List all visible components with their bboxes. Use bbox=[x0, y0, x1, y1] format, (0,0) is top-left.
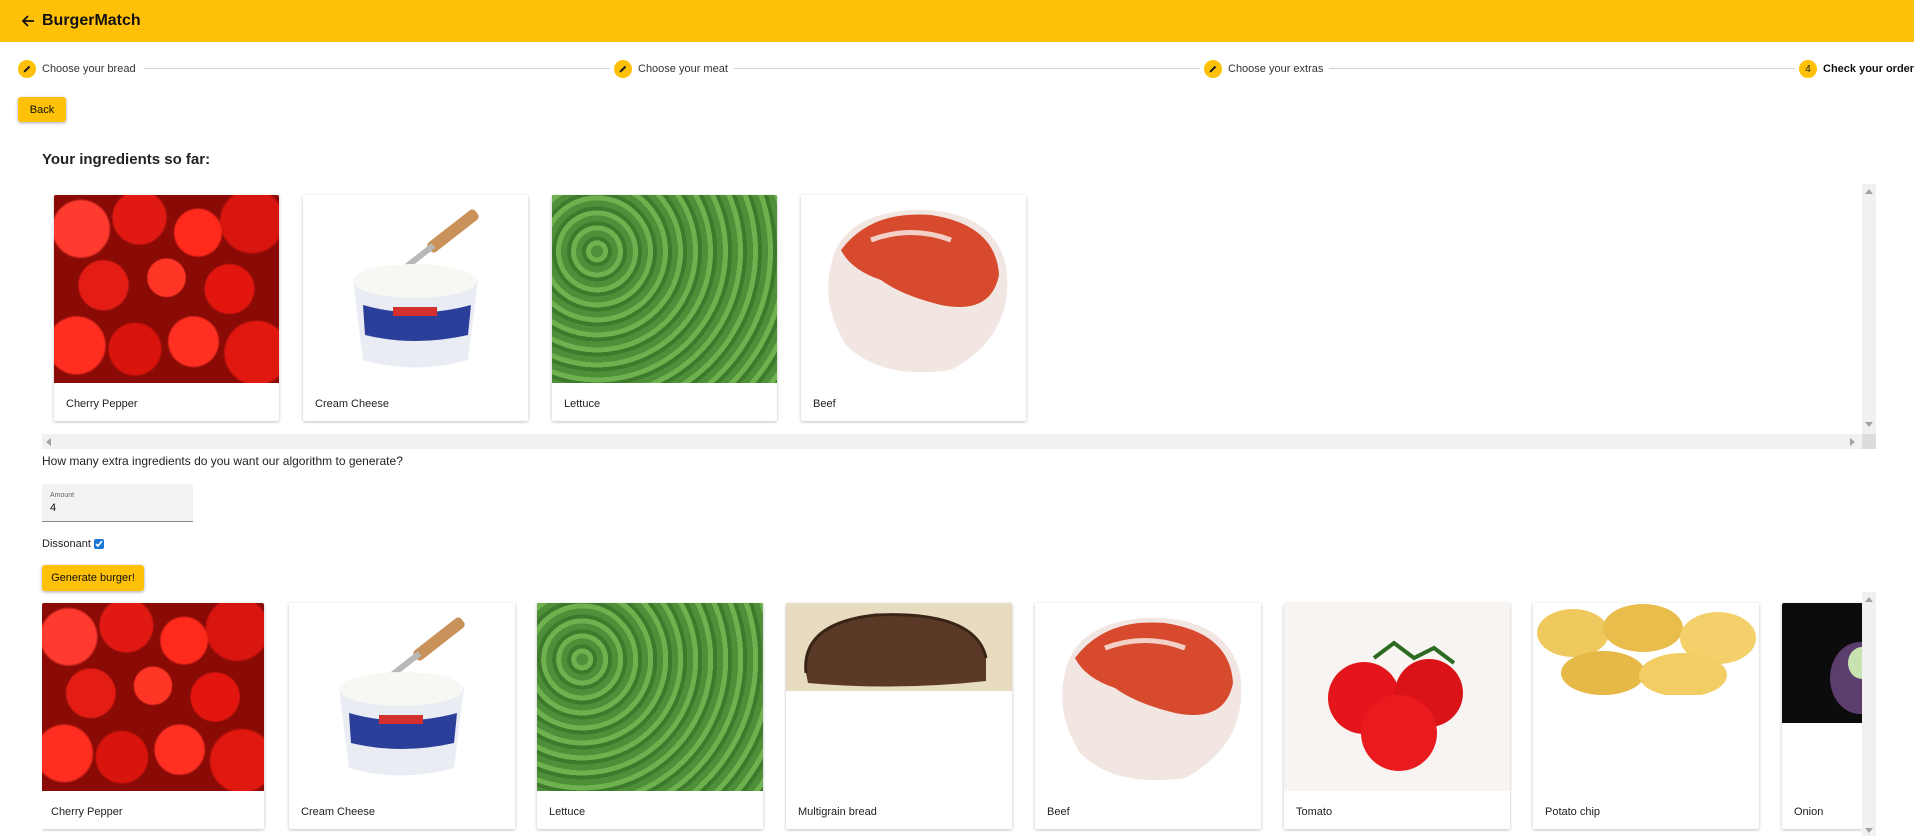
scrollbar-corner bbox=[1862, 434, 1876, 449]
scroll-right-icon[interactable] bbox=[1850, 438, 1855, 446]
app-bar: BurgerMatch bbox=[0, 0, 1914, 42]
step-connector bbox=[144, 68, 610, 69]
amount-input[interactable] bbox=[50, 502, 180, 514]
vertical-scrollbar[interactable] bbox=[1862, 592, 1876, 836]
generated-card[interactable]: Lettuce bbox=[537, 603, 763, 829]
generated-card[interactable]: Cherry Pepper bbox=[42, 603, 264, 829]
generated-card[interactable]: Onion bbox=[1782, 603, 1862, 829]
ingredient-card[interactable]: Cherry Pepper bbox=[54, 195, 279, 421]
lettuce-image bbox=[552, 195, 777, 383]
beef-image bbox=[801, 195, 1026, 383]
tomato-image bbox=[1284, 603, 1510, 791]
horizontal-scrollbar[interactable] bbox=[42, 434, 1862, 449]
multigrain-bread-image bbox=[786, 603, 1012, 691]
dissonant-option: Dissonant bbox=[42, 538, 104, 550]
step-choose-meat[interactable]: Choose your meat bbox=[612, 58, 734, 80]
ingredient-name: Lettuce bbox=[564, 398, 601, 410]
arrow-left-icon[interactable] bbox=[18, 11, 38, 31]
dissonant-label: Dissonant bbox=[42, 538, 91, 550]
ingredient-card[interactable]: Cream Cheese bbox=[303, 195, 528, 421]
back-button[interactable]: Back bbox=[18, 97, 66, 122]
generated-card[interactable]: Cream Cheese bbox=[289, 603, 515, 829]
step-label: Check your order bbox=[1823, 63, 1914, 75]
step-choose-bread[interactable]: Choose your bread bbox=[18, 58, 142, 80]
cherry-pepper-image bbox=[42, 603, 264, 791]
potato-chip-image bbox=[1533, 603, 1759, 697]
lettuce-image bbox=[537, 603, 763, 791]
step-connector bbox=[1325, 68, 1795, 69]
step-number: 4 bbox=[1799, 60, 1817, 78]
stepper: Choose your bread Choose your meat Choos… bbox=[0, 58, 1914, 80]
cherry-pepper-image bbox=[54, 195, 279, 383]
vertical-scrollbar[interactable] bbox=[1862, 184, 1876, 434]
ingredient-name: Beef bbox=[813, 398, 836, 410]
ingredient-card[interactable]: Lettuce bbox=[552, 195, 777, 421]
ingredient-name: Cream Cheese bbox=[301, 806, 375, 818]
scroll-down-icon[interactable] bbox=[1865, 422, 1873, 427]
generate-burger-button[interactable]: Generate burger! bbox=[42, 565, 144, 591]
scroll-up-icon[interactable] bbox=[1865, 189, 1873, 194]
ingredient-name: Cherry Pepper bbox=[66, 398, 138, 410]
generated-panel: Cherry Pepper Cream Cheese Lettuce Multi… bbox=[42, 596, 1862, 836]
ingredient-name: Multigrain bread bbox=[798, 806, 877, 818]
app-title: BurgerMatch bbox=[42, 12, 141, 29]
step-label: Choose your bread bbox=[42, 63, 136, 75]
step-check-order[interactable]: 4 Check your order bbox=[1797, 58, 1914, 80]
generated-card[interactable]: Multigrain bread bbox=[786, 603, 1012, 829]
pencil-icon bbox=[1204, 60, 1222, 78]
cream-cheese-image bbox=[303, 195, 528, 383]
scroll-left-icon[interactable] bbox=[46, 438, 51, 446]
extra-question: How many extra ingredients do you want o… bbox=[42, 454, 403, 468]
ingredient-name: Tomato bbox=[1296, 806, 1333, 818]
ingredient-name: Onion bbox=[1794, 806, 1824, 818]
beef-image bbox=[1035, 603, 1261, 791]
cream-cheese-image bbox=[289, 603, 515, 791]
generated-card[interactable]: Tomato bbox=[1284, 603, 1510, 829]
ingredients-heading: Your ingredients so far: bbox=[42, 151, 211, 168]
scroll-down-icon[interactable] bbox=[1865, 828, 1873, 833]
amount-field[interactable]: Amount bbox=[42, 484, 193, 522]
ingredient-card[interactable]: Beef bbox=[801, 195, 1026, 421]
ingredient-name: Lettuce bbox=[549, 806, 586, 818]
step-label: Choose your extras bbox=[1228, 63, 1324, 75]
pencil-icon bbox=[18, 60, 36, 78]
generated-card[interactable]: Potato chip bbox=[1533, 603, 1759, 829]
step-connector bbox=[728, 68, 1200, 69]
step-label: Choose your meat bbox=[638, 63, 728, 75]
ingredient-name: Potato chip bbox=[1545, 806, 1601, 818]
ingredient-name: Cream Cheese bbox=[315, 398, 389, 410]
ingredients-panel: Cherry Pepper Cream Cheese Lettuce Beef bbox=[42, 184, 1862, 449]
pencil-icon bbox=[614, 60, 632, 78]
ingredient-name: Cherry Pepper bbox=[51, 806, 123, 818]
onion-image bbox=[1782, 603, 1862, 723]
generated-card[interactable]: Beef bbox=[1035, 603, 1261, 829]
step-choose-extras[interactable]: Choose your extras bbox=[1202, 58, 1330, 80]
ingredient-name: Beef bbox=[1047, 806, 1070, 818]
scroll-up-icon[interactable] bbox=[1865, 597, 1873, 602]
dissonant-checkbox[interactable] bbox=[93, 539, 104, 549]
amount-label: Amount bbox=[50, 492, 75, 499]
